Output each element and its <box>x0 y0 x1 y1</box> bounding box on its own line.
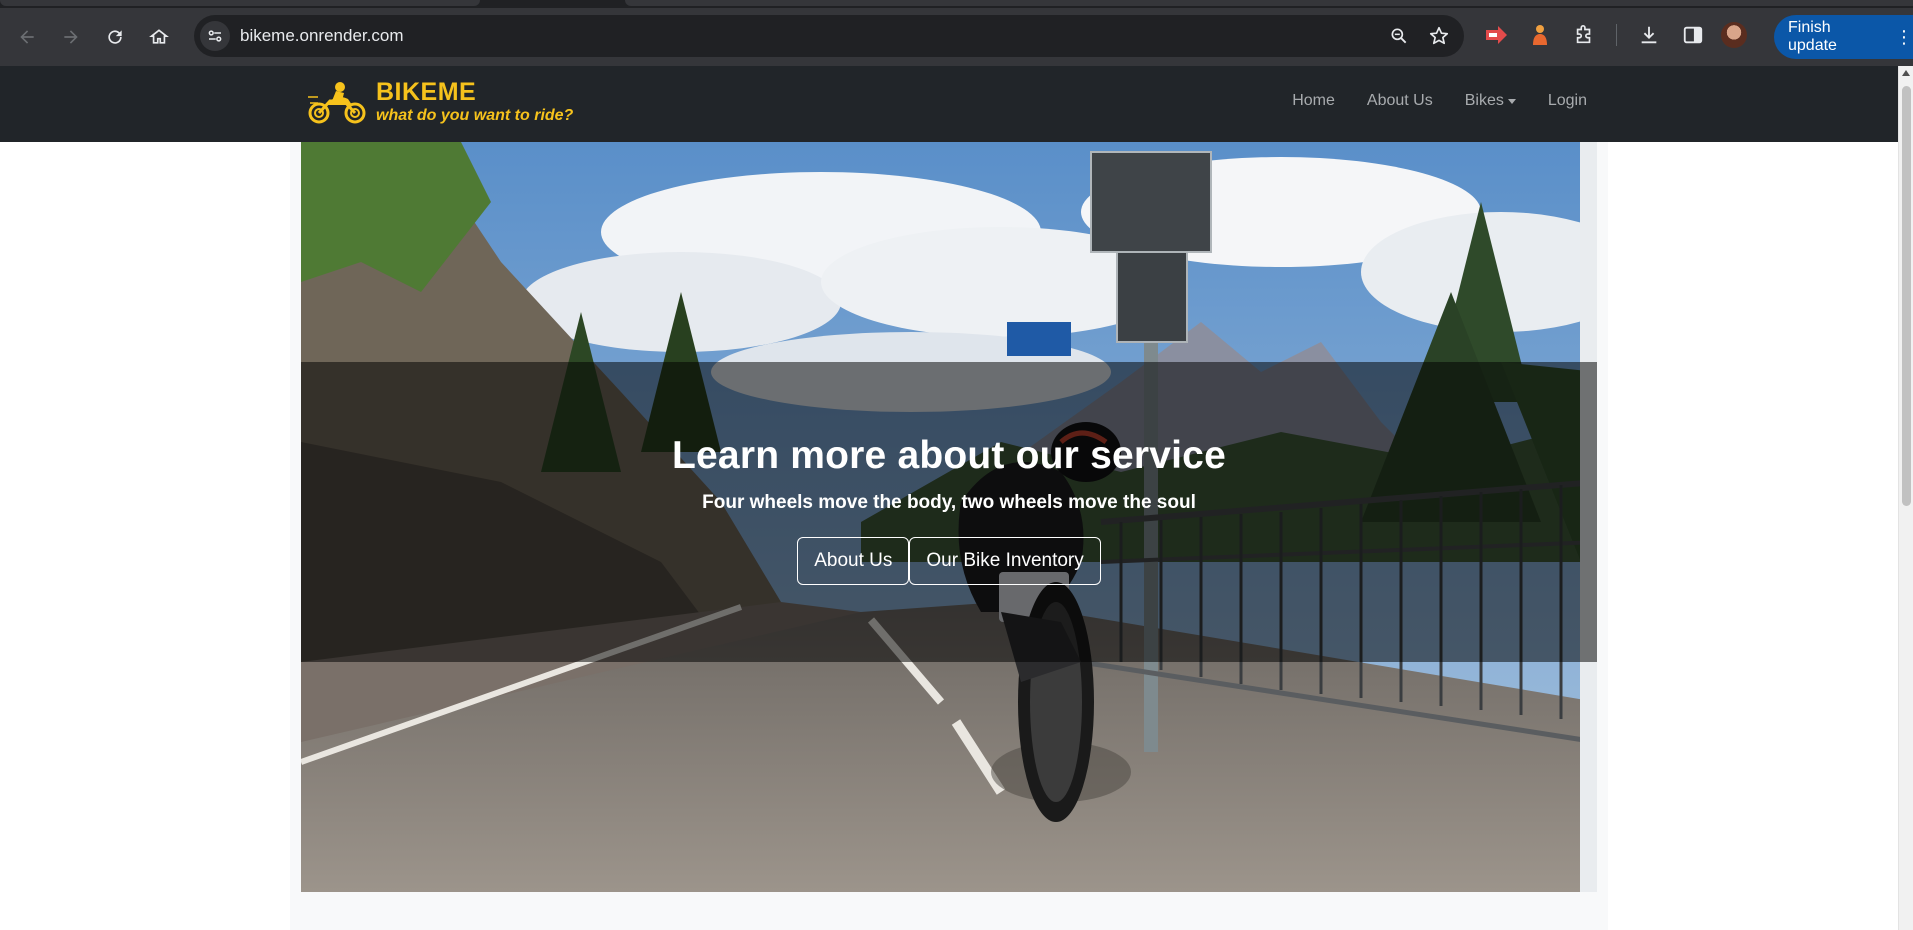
scrollbar-thumb[interactable] <box>1902 86 1911 506</box>
finish-update-button[interactable]: Finish update ⋮ <box>1774 15 1913 59</box>
tab-strip <box>0 0 1913 8</box>
nav-links: Home About Us Bikes Login <box>1292 92 1587 110</box>
hero-subtitle: Four wheels move the body, two wheels mo… <box>702 492 1196 513</box>
finish-update-label: Finish update <box>1788 19 1837 54</box>
url-text[interactable]: bikeme.onrender.com <box>240 26 403 46</box>
site-info-icon[interactable] <box>200 21 230 51</box>
bookmark-star-icon[interactable] <box>1426 23 1452 49</box>
zoom-icon[interactable] <box>1386 23 1412 49</box>
brand-link[interactable]: BIKEME what do you want to ride? <box>306 78 573 126</box>
extensions-area <box>1480 19 1747 51</box>
figure-extension-icon[interactable] <box>1524 19 1556 51</box>
brand-tagline: what do you want to ride? <box>376 107 574 124</box>
nav-about-link[interactable]: About Us <box>1367 92 1433 110</box>
back-icon[interactable] <box>10 20 44 54</box>
motorcycle-logo-icon <box>308 82 366 124</box>
download-icon[interactable] <box>1633 19 1665 51</box>
profile-avatar[interactable] <box>1721 22 1747 48</box>
page-scrollbar[interactable] <box>1898 66 1913 930</box>
address-bar[interactable]: bikeme.onrender.com <box>194 15 1464 57</box>
reload-icon[interactable] <box>98 20 132 54</box>
home-icon[interactable] <box>142 20 176 54</box>
side-panel-icon[interactable] <box>1677 19 1709 51</box>
caret-down-icon <box>1507 98 1516 104</box>
site-navbar: BIKEME what do you want to ride? Home Ab… <box>0 66 1898 142</box>
browser-tab[interactable] <box>0 0 480 6</box>
nav-bikes-dropdown[interactable]: Bikes <box>1465 92 1516 110</box>
hero-buttons: About Us Our Bike Inventory <box>301 537 1597 585</box>
browser-toolbar: bikeme.onrender.com Finish update ⋮ <box>0 8 1913 66</box>
red-arrow-extension-icon[interactable] <box>1480 19 1512 51</box>
forward-icon[interactable] <box>54 20 88 54</box>
hero-caption: Learn more about our service Four wheels… <box>301 362 1597 662</box>
hero-title: Learn more about our service <box>672 434 1226 477</box>
extensions-puzzle-icon[interactable] <box>1568 19 1600 51</box>
nav-bikes-label: Bikes <box>1464 92 1504 109</box>
nav-home-link[interactable]: Home <box>1292 92 1335 110</box>
more-vertical-icon[interactable]: ⋮ <box>1895 28 1913 46</box>
browser-chrome: bikeme.onrender.com Finish update ⋮ <box>0 0 1913 66</box>
nav-login-link[interactable]: Login <box>1548 92 1587 110</box>
about-us-button[interactable]: About Us <box>797 537 910 585</box>
toolbar-separator <box>1616 24 1617 46</box>
scroll-up-icon[interactable] <box>1902 70 1910 76</box>
bike-inventory-button[interactable]: Our Bike Inventory <box>909 537 1101 585</box>
browser-tab-active[interactable] <box>625 0 1913 6</box>
brand-name: BIKEME <box>376 78 477 106</box>
